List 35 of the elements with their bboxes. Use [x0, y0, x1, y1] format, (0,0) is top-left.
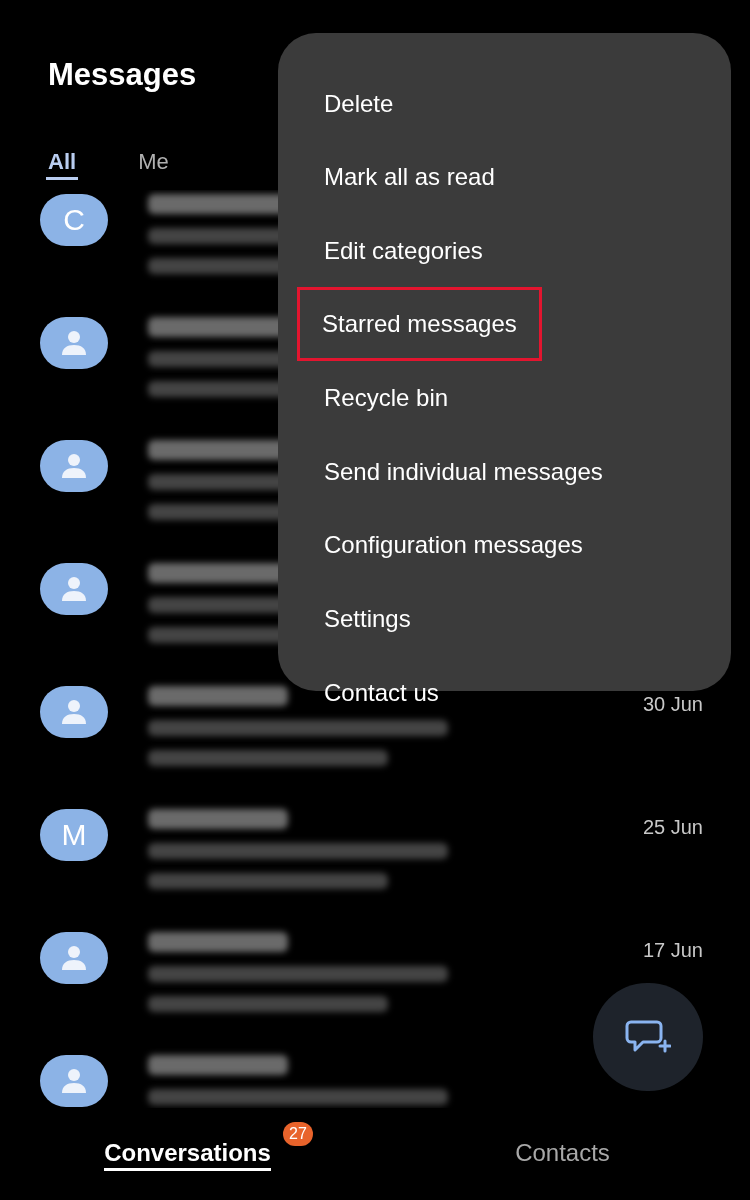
menu-item[interactable]: Recycle bin: [278, 361, 731, 435]
message-date: 17 Jun: [642, 938, 703, 962]
contact-avatar: M: [40, 809, 108, 861]
menu-item[interactable]: Mark all as read: [278, 140, 731, 215]
menu-item[interactable]: Starred messages: [278, 287, 731, 362]
menu-item-label: Recycle bin: [324, 383, 449, 414]
menu-item-label: Contact us: [324, 677, 439, 708]
chat-plus-icon: [625, 1019, 671, 1055]
menu-item-label: Send individual messages: [324, 456, 603, 487]
menu-item-label: Configuration messages: [324, 530, 583, 561]
unread-count-badge: 27: [283, 1121, 313, 1146]
message-date: 25 Jun: [642, 815, 703, 839]
bottom-tab[interactable]: Conversations: [104, 1137, 271, 1171]
menu-item[interactable]: Edit categories: [278, 214, 731, 288]
filter-tab[interactable]: Me: [136, 148, 171, 180]
person-icon: [60, 699, 88, 725]
bottom-tab[interactable]: Contacts: [515, 1137, 610, 1171]
message-date: 30 Jun: [642, 692, 703, 716]
person-icon: [60, 576, 88, 602]
menu-item[interactable]: Settings: [278, 582, 731, 656]
person-icon: [60, 330, 88, 356]
menu-item-label: Mark all as read: [324, 162, 495, 193]
menu-item[interactable]: Delete: [278, 67, 731, 141]
menu-item-label: Edit categories: [324, 236, 483, 266]
contact-avatar: C: [40, 194, 108, 246]
person-icon: [60, 1068, 88, 1094]
person-icon: [60, 945, 88, 971]
menu-item-label: Delete: [324, 88, 394, 119]
menu-item-label: Settings: [324, 603, 411, 634]
menu-item[interactable]: Send individual messages: [278, 434, 731, 509]
menu-item-label: Starred messages: [300, 289, 539, 358]
filter-tab[interactable]: All: [46, 148, 79, 180]
person-icon: [60, 453, 88, 479]
screen-title: Messages: [48, 56, 197, 94]
menu-item[interactable]: Configuration messages: [278, 508, 731, 583]
